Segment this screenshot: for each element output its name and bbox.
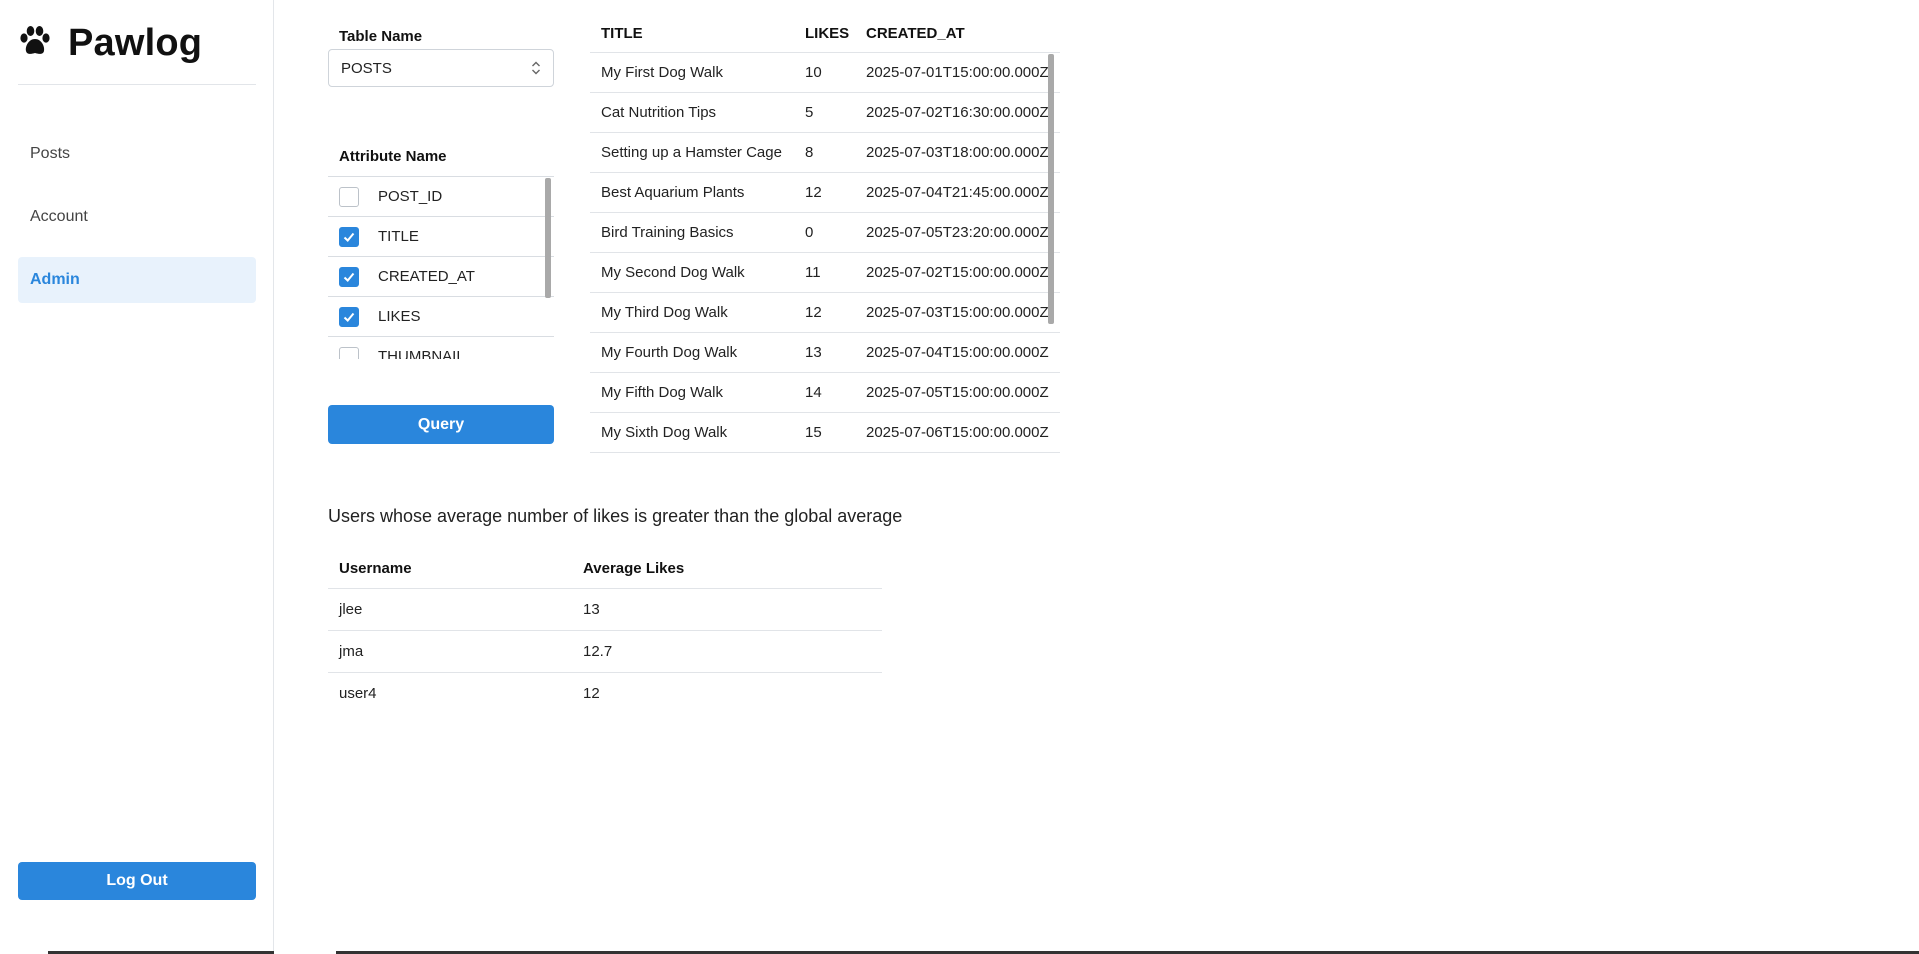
attribute-label: TITLE <box>378 228 419 245</box>
attribute-list-scrollbar[interactable] <box>545 178 551 298</box>
brand[interactable]: Pawlog <box>18 18 202 68</box>
table-cell: 2025-07-03T15:00:00.000Z <box>855 292 1060 333</box>
table-row: My Fifth Dog Walk 14 2025-07-05T15:00:00.0… <box>590 372 1060 413</box>
attribute-checkbox[interactable] <box>339 306 359 327</box>
table-row: Best Aquarium Plants 12 2025-07-04T21:45:0… <box>590 172 1060 213</box>
table-cell: 2025-07-04T15:00:00.000Z <box>855 332 1060 373</box>
check-icon <box>343 312 355 322</box>
table-cell: jma <box>328 630 572 673</box>
table-cell: Bird Training Basics <box>590 212 794 253</box>
check-icon <box>343 272 355 282</box>
table-cell: 2025-07-06T15:00:00.000Z <box>855 412 1060 453</box>
results-table: TITLE LIKES CREATED_AT My First Dog Walk… <box>590 14 1060 453</box>
table-cell: 5 <box>794 92 855 133</box>
table-cell: jlee <box>328 588 572 631</box>
attribute-row[interactable]: LIKES <box>328 297 554 337</box>
sidebar-item-label: Account <box>30 208 88 225</box>
table-row: My Second Dog Walk 11 2025-07-02T15:00:00.… <box>590 252 1060 293</box>
table-cell: 2025-07-05T23:20:00.000Z <box>855 212 1060 253</box>
attribute-label: LIKES <box>378 308 421 325</box>
table-cell: My First Dog Walk <box>590 52 794 93</box>
log-out-button[interactable]: Log Out <box>18 862 256 900</box>
table-name-value: POSTS <box>341 59 392 77</box>
sidebar-item-label: Posts <box>30 145 71 162</box>
sidebar: Pawlog Posts Account Admin Log Out <box>0 0 274 954</box>
table-cell: 15 <box>794 412 855 453</box>
query-button[interactable]: Query <box>328 405 554 444</box>
table-row: My Fourth Dog Walk 13 2025-07-04T15:00:00.… <box>590 332 1060 373</box>
users-section-heading: Users whose average number of likes is g… <box>328 506 903 526</box>
sidebar-item-label: Admin <box>30 271 80 288</box>
table-header-row: Username Average Likes <box>328 548 882 589</box>
paw-icon <box>18 24 52 63</box>
table-cell: 12 <box>794 292 855 333</box>
table-name-select[interactable]: POSTS <box>328 49 554 87</box>
table-cell: 2025-07-01T15:00:00.000Z <box>855 52 1060 93</box>
table-cell: 2025-07-02T16:30:00.000Z <box>855 92 1060 133</box>
table-cell: 13 <box>794 332 855 373</box>
app-name: Pawlog <box>68 21 203 64</box>
table-cell: Setting up a Hamster Cage <box>590 132 794 173</box>
table-cell: My Fifth Dog Walk <box>590 372 794 413</box>
attribute-name-label: Attribute Name <box>339 148 447 165</box>
table-cell: 13 <box>572 588 882 631</box>
table-row: Cat Nutrition Tips 5 2025-07-02T16:30:00.0… <box>590 92 1060 133</box>
table-row: jlee 13 <box>328 588 882 631</box>
attribute-row[interactable]: THUMBNAIL <box>328 337 554 359</box>
table-name-label: Table Name <box>339 28 423 45</box>
table-row: My Sixth Dog Walk 15 2025-07-06T15:00:00.0… <box>590 412 1060 453</box>
attribute-label: POST_ID <box>378 188 443 205</box>
chevron-up-down-icon <box>532 61 540 75</box>
users-table: Username Average Likes jlee 13 jma 12.7 user… <box>328 548 882 714</box>
table-row: My First Dog Walk 10 2025-07-01T15:00:00.0… <box>590 52 1060 93</box>
sidebar-item-admin[interactable]: Admin <box>18 257 256 303</box>
table-cell: My Fourth Dog Walk <box>590 332 794 373</box>
attribute-checkbox[interactable] <box>339 346 359 359</box>
table-cell: My Third Dog Walk <box>590 292 794 333</box>
table-cell: 14 <box>794 372 855 413</box>
table-cell: Best Aquarium Plants <box>590 172 794 213</box>
attribute-checkbox[interactable] <box>339 186 359 207</box>
table-row: Bird Training Basics 0 2025-07-05T23:20:00… <box>590 212 1060 253</box>
attribute-row[interactable]: CREATED_AT <box>328 257 554 297</box>
table-cell: 12.7 <box>572 630 882 673</box>
table-cell: My Sixth Dog Walk <box>590 412 794 453</box>
table-cell: Cat Nutrition Tips <box>590 92 794 133</box>
attribute-list[interactable]: POST_ID TITLE CREATED_AT LIKES THUMBNAIL <box>328 176 554 359</box>
attribute-row[interactable]: TITLE <box>328 217 554 257</box>
table-cell: 2025-07-04T21:45:00.000Z <box>855 172 1060 213</box>
column-header: CREATED_AT <box>855 14 1060 53</box>
attribute-checkbox[interactable] <box>339 226 359 247</box>
sidebar-item-posts[interactable]: Posts <box>18 131 256 177</box>
attribute-label: CREATED_AT <box>378 268 475 285</box>
column-header: Username <box>328 548 572 589</box>
table-row: user4 12 <box>328 673 882 715</box>
sidebar-item-account[interactable]: Account <box>18 194 256 240</box>
table-row: Setting up a Hamster Cage 8 2025-07-03T18:… <box>590 132 1060 173</box>
column-header: TITLE <box>590 14 794 53</box>
table-cell: 12 <box>794 172 855 213</box>
table-row: jma 12.7 <box>328 630 882 673</box>
table-row: My Third Dog Walk 12 2025-07-03T15:00:00.0… <box>590 292 1060 333</box>
divider <box>18 84 256 85</box>
column-header: LIKES <box>794 14 855 53</box>
results-scrollbar[interactable] <box>1048 54 1054 324</box>
attribute-row[interactable]: POST_ID <box>328 177 554 217</box>
table-cell: 12 <box>583 685 600 702</box>
column-header: Average Likes <box>572 548 882 589</box>
attribute-checkbox[interactable] <box>339 266 359 287</box>
table-cell: 0 <box>794 212 855 253</box>
table-cell: user4 <box>339 685 377 702</box>
table-cell: 2025-07-05T15:00:00.000Z <box>855 372 1060 413</box>
attribute-label: THUMBNAIL <box>378 348 465 359</box>
table-header-row: TITLE LIKES CREATED_AT <box>590 14 1060 53</box>
table-cell: 2025-07-03T18:00:00.000Z <box>855 132 1060 173</box>
table-cell: 2025-07-02T15:00:00.000Z <box>855 252 1060 293</box>
check-icon <box>343 232 355 242</box>
table-cell: My Second Dog Walk <box>590 252 794 293</box>
table-cell: 11 <box>794 252 855 293</box>
table-cell: 10 <box>794 52 855 93</box>
sidebar-nav: Posts Account Admin <box>18 131 256 320</box>
table-cell: 8 <box>794 132 855 173</box>
